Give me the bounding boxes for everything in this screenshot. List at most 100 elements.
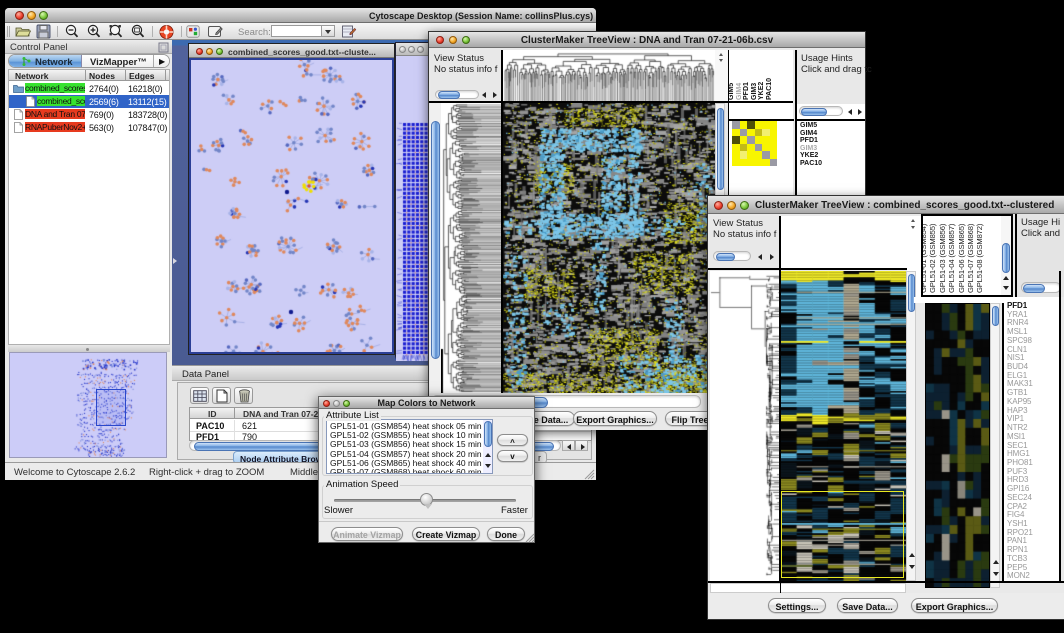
tv1-export-graphics-button[interactable]: Export Graphics... <box>573 411 657 426</box>
network-table-row[interactable]: DNA and Tran 07769(0)183728(0) <box>9 108 169 121</box>
tv2-gene-label[interactable]: SEC1 <box>1007 441 1028 450</box>
tv2-gene-label[interactable]: PAN1 <box>1007 536 1027 545</box>
tv2-col-label[interactable]: GPL51-07 (GSM868) <box>966 224 975 293</box>
open-session-icon[interactable] <box>14 24 31 39</box>
tv1-left-vscroll-thumb[interactable] <box>431 121 440 359</box>
tv1-top-dendrogram-canvas[interactable] <box>503 50 715 101</box>
attrlist-vscrollbar[interactable] <box>483 420 493 473</box>
help-lifering-icon[interactable] <box>158 24 175 40</box>
tv2-gene-label[interactable]: MSL1 <box>1007 327 1028 336</box>
tv1-top-dendrogram[interactable] <box>503 50 715 101</box>
tv1-usage-left-arrow[interactable] <box>846 107 855 116</box>
search-input[interactable] <box>271 25 322 37</box>
tv1-row-label[interactable]: GIM4 <box>800 130 817 137</box>
resize-grip[interactable] <box>583 468 595 480</box>
tv2-status-hscrollbar[interactable] <box>713 251 751 261</box>
tv2-gene-label[interactable]: HRD3 <box>1007 475 1028 484</box>
panel-divider[interactable] <box>8 345 170 352</box>
network-table-row[interactable]: combined_sco2569(6)13112(15) <box>9 95 169 108</box>
tv2-zoom-heatmap[interactable] <box>925 303 990 588</box>
zoom-fit-icon[interactable] <box>108 24 124 39</box>
new-attr-button[interactable] <box>212 387 231 404</box>
tv1-status-right-arrow[interactable] <box>490 90 500 99</box>
tab-vizmapper[interactable]: VizMapper™ <box>82 55 153 68</box>
search-config-icon[interactable] <box>341 24 357 39</box>
attr-col-id[interactable]: ID <box>208 409 217 419</box>
network-table-row[interactable]: combined_scores_2764(0)16218(0) <box>9 82 169 95</box>
treeview1-titlebar[interactable]: ClusterMaker TreeView : DNA and Tran 07-… <box>429 32 865 48</box>
tv2-heatmap-vscroll-thumb[interactable] <box>908 274 915 312</box>
tab-overflow[interactable]: ▶ <box>153 55 170 68</box>
zoom-selected-icon[interactable] <box>130 24 146 39</box>
tv2-gene-label[interactable]: PHO81 <box>1007 458 1033 467</box>
tab-network[interactable]: Network <box>9 55 82 68</box>
attribute-list-item[interactable]: GPL51-07 (GSM868) heat shock 60 min <box>330 467 482 474</box>
tv2-minimize-button[interactable] <box>727 201 736 210</box>
network-view-canvas[interactable] <box>191 60 392 352</box>
netwin-close-button[interactable] <box>196 48 203 55</box>
float-panel-icon[interactable] <box>158 42 169 53</box>
inactive-close-button[interactable] <box>399 46 406 53</box>
tv2-gene-label[interactable]: PUF3 <box>1007 467 1027 476</box>
tv2-gene-label[interactable]: CLN1 <box>1007 345 1027 354</box>
minimize-button[interactable] <box>27 11 36 20</box>
tv1-left-vscrollbar[interactable] <box>430 103 441 425</box>
inactive-zoom-button[interactable] <box>417 46 424 53</box>
tv2-left-dendrogram[interactable] <box>710 271 779 581</box>
tv2-collabels-vscroll-thumb[interactable] <box>1002 243 1010 273</box>
netwin-minimize-button[interactable] <box>206 48 213 55</box>
tv2-close-button[interactable] <box>714 201 723 210</box>
birdseye-panel[interactable] <box>9 352 167 458</box>
tv1-left-dendrogram[interactable] <box>441 103 501 393</box>
tv1-left-dendrogram-canvas[interactable] <box>441 103 501 393</box>
tv2-collabels-vscrollbar[interactable] <box>1001 216 1011 295</box>
tv2-gene-label[interactable]: PEP5 <box>1007 563 1027 572</box>
tv2-col-label[interactable]: GPL51-06 (GSM865) <box>957 224 966 293</box>
tv2-gene-label[interactable]: SEC24 <box>1007 493 1032 502</box>
tv2-gene-label[interactable]: RPN1 <box>1007 545 1028 554</box>
tv1-row-label[interactable]: PFD1 <box>800 137 818 144</box>
network-canvas-frame[interactable] <box>189 58 394 354</box>
tv2-export-graphics-button[interactable]: Export Graphics... <box>911 598 998 613</box>
tv1-row-label[interactable]: PAC10 <box>800 160 822 167</box>
tv2-gene-label[interactable]: MAK31 <box>1007 379 1033 388</box>
tv2-gene-label[interactable]: HAP3 <box>1007 406 1028 415</box>
tv1-row-label[interactable]: GIM5 <box>800 122 817 129</box>
tv2-gene-label[interactable]: TCB3 <box>1007 554 1027 563</box>
attribute-listbox[interactable]: GPL51-01 (GSM854) heat shock 05 minGPL51… <box>326 419 493 474</box>
tv1-usage-hscroll-thumb[interactable] <box>801 108 827 116</box>
delete-attr-button[interactable] <box>234 387 253 404</box>
netwin-zoom-button[interactable] <box>216 48 223 55</box>
tv2-gene-label[interactable]: MSI1 <box>1007 432 1025 441</box>
tv2-gene-label[interactable]: RPO21 <box>1007 528 1033 537</box>
hscroll-left-arrow[interactable] <box>562 440 575 451</box>
tv2-gene-label[interactable]: FIG4 <box>1007 510 1024 519</box>
done-button[interactable]: Done <box>487 527 525 541</box>
tv1-col-label[interactable]: PFD1 <box>743 82 750 100</box>
birdseye-viewport-rect[interactable] <box>96 389 126 426</box>
tv2-status-right-arrow[interactable] <box>767 252 777 261</box>
tv1-status-hscrollbar[interactable] <box>435 90 479 99</box>
tv1-heatmap-canvas[interactable] <box>503 103 715 393</box>
attr-down-button[interactable]: v <box>497 450 528 462</box>
tv1-col-label[interactable]: GIM4 <box>736 83 743 100</box>
tv1-status-hscroll-thumb[interactable] <box>438 91 460 99</box>
tv2-gene-label[interactable]: GTB1 <box>1007 388 1028 397</box>
tv2-zoom-vscrollbar[interactable] <box>990 303 1000 588</box>
animate-vizmap-button[interactable]: Animate Vizmap <box>331 527 403 541</box>
annotation-icon[interactable] <box>207 24 223 39</box>
tv1-row-label[interactable]: GIM3 <box>800 145 817 152</box>
panel-collapse-caret[interactable] <box>173 258 177 264</box>
col-network[interactable]: Network <box>15 71 49 81</box>
tv2-col-label[interactable]: GPL51-08 (GSM872) <box>975 224 984 293</box>
tv2-usage-hscrollbar[interactable] <box>1021 282 1061 293</box>
tv2-gene-label[interactable]: RNR4 <box>1007 318 1028 327</box>
zoom-button[interactable] <box>39 11 48 20</box>
hscroll-right-arrow[interactable] <box>575 440 588 451</box>
tv2-gene-label[interactable]: YRA1 <box>1007 310 1028 319</box>
network-table-header[interactable]: Network Nodes Edges <box>9 70 169 81</box>
tv2-gene-label[interactable]: MON2 <box>1007 571 1030 580</box>
save-session-icon[interactable] <box>36 24 51 39</box>
tv2-status-left-arrow[interactable] <box>756 252 766 261</box>
inactive-minimize-button[interactable] <box>408 46 415 53</box>
